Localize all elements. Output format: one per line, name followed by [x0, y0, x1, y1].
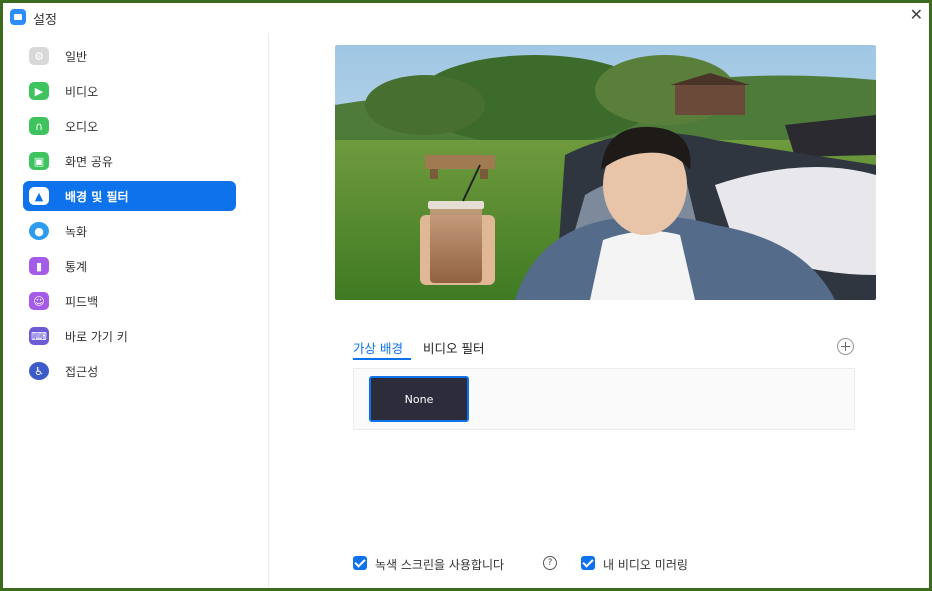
sidebar-item-general[interactable]: ⚙ 일반 — [23, 41, 236, 71]
background-options-panel: None — [353, 368, 855, 430]
settings-window: 설정 ✕ ⚙ 일반 ▶ 비디오 ∩ 오디오 ▣ 화면 공유 ▲ 배경 및 필터 … — [0, 0, 932, 591]
headphones-icon: ∩ — [29, 117, 49, 135]
settings-sidebar: ⚙ 일반 ▶ 비디오 ∩ 오디오 ▣ 화면 공유 ▲ 배경 및 필터 ● 녹화 … — [3, 33, 269, 588]
window-title: 설정 — [33, 13, 57, 28]
sidebar-item-screen-share[interactable]: ▣ 화면 공유 — [23, 146, 236, 176]
video-preview — [335, 45, 876, 300]
sidebar-item-label: 비디오 — [65, 85, 99, 99]
keyboard-icon: ⌨ — [29, 327, 49, 345]
options-footer: 녹색 스크린을 사용합니다 ? 내 비디오 미러링 — [353, 554, 913, 574]
background-option-label: None — [404, 392, 434, 406]
background-option-none[interactable]: None — [369, 376, 469, 422]
green-screen-checkbox[interactable] — [353, 556, 367, 570]
statistics-icon: ▮ — [29, 257, 49, 275]
sidebar-item-statistics[interactable]: ▮ 통계 — [23, 251, 236, 281]
settings-content: 가상 배경 비디오 필터 None 녹색 스크린을 사용합니다 ? 내 비디오 … — [269, 33, 929, 588]
sidebar-item-feedback[interactable]: ☺ 피드백 — [23, 286, 236, 316]
plus-icon[interactable] — [837, 338, 854, 355]
sidebar-item-accessibility[interactable]: ♿ 접근성 — [23, 356, 236, 386]
tab-virtual-background[interactable]: 가상 배경 — [353, 338, 403, 357]
sidebar-item-label: 녹화 — [65, 225, 88, 239]
sidebar-item-label: 바로 가기 키 — [65, 330, 128, 344]
sidebar-item-label: 접근성 — [65, 365, 99, 379]
active-tab-indicator — [353, 358, 411, 360]
record-icon: ● — [29, 222, 49, 240]
sidebar-item-label: 오디오 — [65, 120, 99, 134]
feedback-icon: ☺ — [29, 292, 49, 310]
sidebar-item-video[interactable]: ▶ 비디오 — [23, 76, 236, 106]
sidebar-item-label: 화면 공유 — [65, 155, 113, 169]
help-icon[interactable]: ? — [543, 556, 557, 570]
mirror-video-checkbox[interactable] — [581, 556, 595, 570]
background-icon: ▲ — [29, 187, 49, 205]
gear-icon: ⚙ — [29, 47, 49, 65]
sidebar-item-label: 통계 — [65, 260, 88, 274]
mirror-video-label: 내 비디오 미러링 — [603, 558, 688, 572]
camera-preview-image — [335, 45, 876, 300]
background-tabs: 가상 배경 비디오 필터 — [353, 338, 853, 362]
sidebar-item-recording[interactable]: ● 녹화 — [23, 216, 236, 246]
accessibility-icon: ♿ — [29, 362, 49, 380]
sidebar-item-label: 피드백 — [65, 295, 99, 309]
zoom-app-icon — [10, 9, 26, 25]
sidebar-item-label: 배경 및 필터 — [65, 190, 129, 204]
screen-share-icon: ▣ — [29, 152, 49, 170]
green-screen-label: 녹색 스크린을 사용합니다 — [375, 558, 505, 572]
sidebar-item-background-filters[interactable]: ▲ 배경 및 필터 — [23, 181, 236, 211]
sidebar-item-label: 일반 — [65, 50, 88, 64]
tab-video-filters[interactable]: 비디오 필터 — [423, 338, 484, 357]
sidebar-item-audio[interactable]: ∩ 오디오 — [23, 111, 236, 141]
sidebar-item-keyboard-shortcuts[interactable]: ⌨ 바로 가기 키 — [23, 321, 236, 351]
close-icon[interactable]: ✕ — [910, 5, 923, 24]
title-bar: 설정 ✕ — [3, 3, 929, 33]
video-icon: ▶ — [29, 82, 49, 100]
